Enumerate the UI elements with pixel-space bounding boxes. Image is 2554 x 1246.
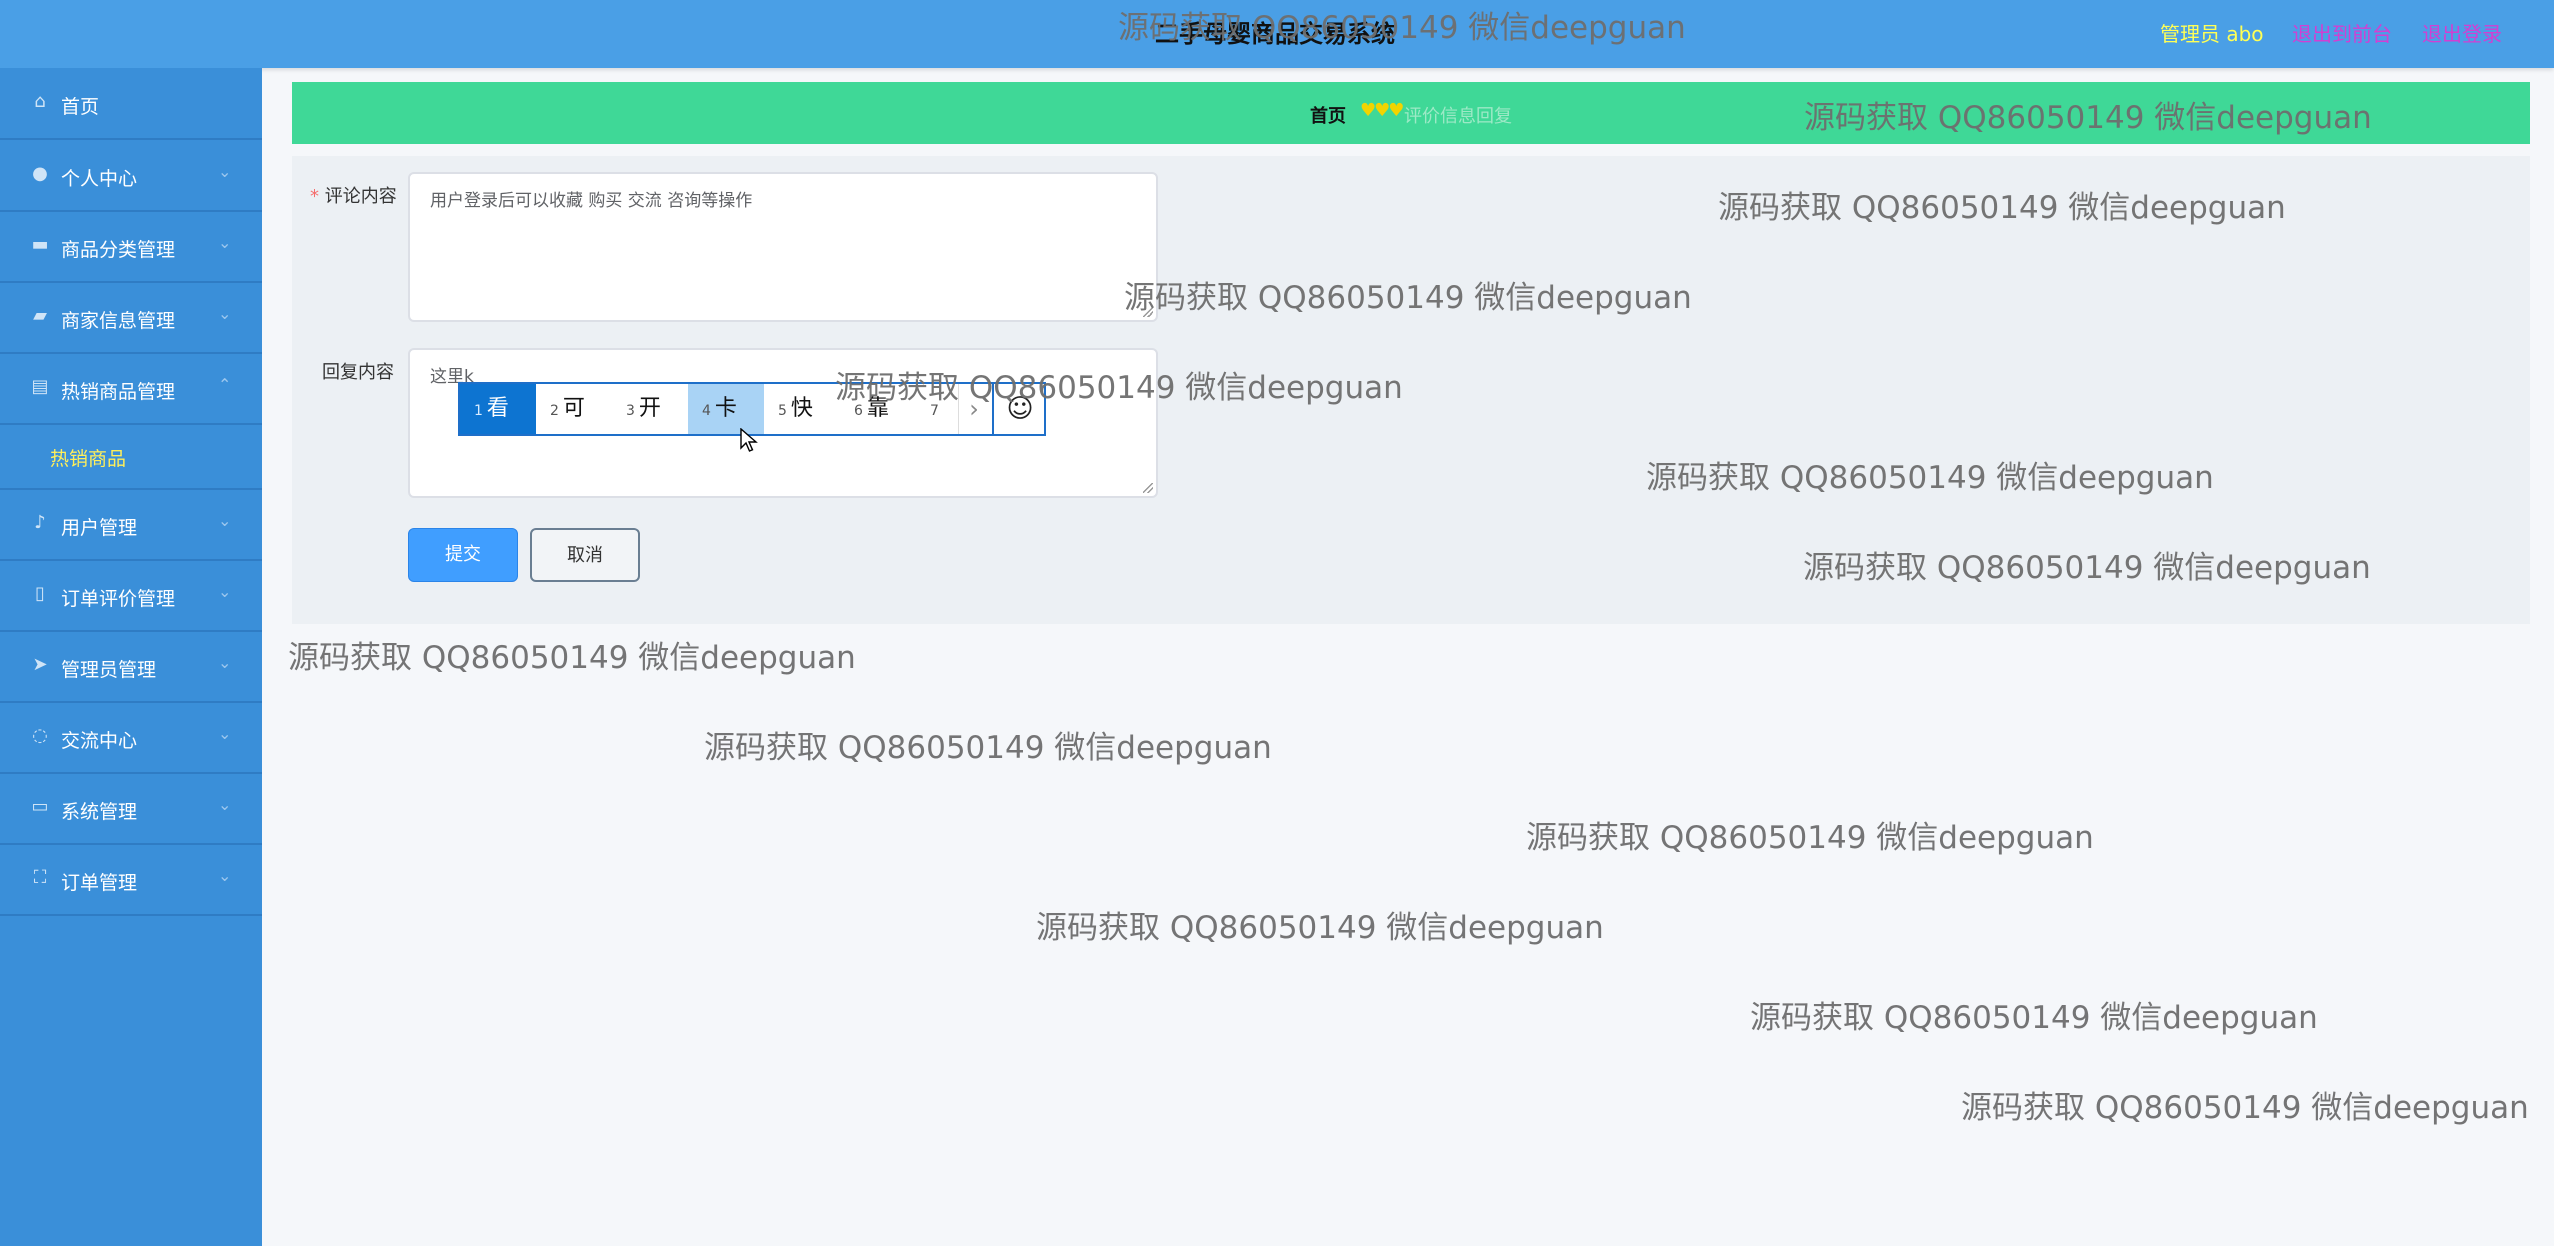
sidebar-item-merchant[interactable]: ▰ 商家信息管理 ⌄ (0, 282, 262, 354)
watermark: 源码获取 QQ86050149 微信deepguan (835, 370, 1403, 406)
chevron-down-icon: ⌄ (218, 653, 232, 672)
sidebar-subitem-hot-goods[interactable]: 热销商品 (0, 424, 262, 490)
sidebar-item-category[interactable]: ▬ 商品分类管理 ⌄ (0, 211, 262, 283)
mouse-cursor-icon (740, 428, 758, 452)
merchant-icon: ▰ (33, 305, 47, 326)
watermark: 源码获取 QQ86050149 微信deepguan (1803, 550, 2371, 586)
power-icon: ◌ (32, 725, 48, 746)
sidebar-item-system[interactable]: ▭ 系统管理 ⌄ (0, 773, 262, 845)
watermark: 源码获取 QQ86050149 微信deepguan (1750, 1000, 2318, 1036)
watermark: 源码获取 QQ86050149 微信deepguan (288, 640, 856, 676)
chevron-down-icon: ⌄ (218, 866, 232, 885)
comment-textarea[interactable]: 用户登录后可以收藏 购买 交流 咨询等操作 (408, 172, 1158, 322)
breadcrumb-home[interactable]: 首页 (1310, 102, 1346, 128)
watermark: 源码获取 QQ86050149 微信deepguan (1036, 910, 1604, 946)
watermark: 源码获取 QQ86050149 微信deepguan (1804, 100, 2372, 136)
phone-icon: ▯ (35, 583, 45, 604)
sidebar-item-order-review[interactable]: ▯ 订单评价管理 ⌄ (0, 560, 262, 632)
chevron-down-icon: ⌄ (218, 162, 232, 181)
ime-candidate[interactable]: 5快 (764, 384, 840, 434)
watermark: 源码获取 QQ86050149 微信deepguan (1124, 280, 1692, 316)
sidebar-subitem-label: 热销商品 (50, 448, 127, 470)
chevron-up-icon: ⌃ (218, 375, 232, 394)
fullscreen-icon: ⛶ (33, 867, 47, 888)
comment-label-text: 评论内容 (324, 186, 397, 207)
sidebar-item-orders[interactable]: ⛶ 订单管理 ⌄ (0, 844, 262, 916)
category-icon: ▬ (31, 234, 49, 255)
sidebar-item-personal-center[interactable]: ● 个人中心 ⌄ (0, 140, 262, 212)
heart-separator-icon: ♥♥♥ (1360, 100, 1404, 121)
cancel-button[interactable]: 取消 (530, 528, 640, 582)
resize-handle-icon[interactable] (1143, 483, 1153, 493)
submit-button[interactable]: 提交 (408, 528, 518, 582)
sidebar-item-label: 管理员管理 (61, 659, 157, 681)
current-user-label: 管理员 abo (2160, 22, 2264, 46)
watermark: 源码获取 QQ86050149 微信deepguan (1646, 460, 2214, 496)
watermark: 源码获取 QQ86050149 微信deepguan (704, 730, 1272, 766)
watermark: 源码获取 QQ86050149 微信deepguan (1526, 820, 2094, 856)
sidebar-item-label: 商品分类管理 (61, 239, 176, 261)
sidebar-item-label: 系统管理 (61, 801, 138, 823)
home-icon: ⌂ (34, 91, 46, 112)
sidebar: ⌂ 首页 ● 个人中心 ⌄ ▬ 商品分类管理 ⌄ ▰ 商家信息管理 ⌄ ▤ 热销… (0, 68, 262, 1246)
sidebar-item-label: 交流中心 (61, 730, 138, 752)
send-icon: ➤ (32, 654, 48, 675)
clipboard-icon: ▤ (31, 376, 49, 397)
chevron-down-icon: ⌄ (218, 233, 232, 252)
watermark: 源码获取 QQ86050149 微信deepguan (1961, 1090, 2529, 1126)
sidebar-item-exchange[interactable]: ◌ 交流中心 ⌄ (0, 702, 262, 774)
sidebar-item-label: 商家信息管理 (61, 310, 176, 332)
user-icon: ● (32, 163, 48, 184)
sidebar-item-hot-goods-mgmt[interactable]: ▤ 热销商品管理 ⌃ (0, 353, 262, 425)
sidebar-item-admins[interactable]: ➤ 管理员管理 ⌄ (0, 631, 262, 703)
ime-candidate[interactable]: 2可 (536, 384, 612, 434)
watermark: 源码获取 QQ86050149 微信deepguan (1718, 190, 2286, 226)
comment-label: * 评论内容 (310, 182, 397, 208)
logout-link[interactable]: 退出登录 (2422, 18, 2502, 47)
message-icon: ▭ (31, 796, 49, 817)
sidebar-item-label: 个人中心 (61, 168, 138, 190)
breadcrumb-current: 评价信息回复 (1404, 106, 1512, 127)
chevron-down-icon: ⌄ (218, 582, 232, 601)
sidebar-item-home[interactable]: ⌂ 首页 (0, 68, 262, 140)
sidebar-item-label: 首页 (61, 96, 100, 118)
sidebar-item-label: 热销商品管理 (61, 381, 176, 403)
watermark: 源码获取 QQ86050149 微信deepguan (1118, 10, 1686, 46)
ime-candidate[interactable]: 3开 (612, 384, 688, 434)
sidebar-item-label: 订单管理 (61, 872, 138, 894)
chevron-down-icon: ⌄ (218, 724, 232, 743)
sidebar-item-label: 订单评价管理 (61, 588, 176, 610)
comment-text: 用户登录后可以收藏 购买 交流 咨询等操作 (430, 191, 753, 211)
reply-label: 回复内容 (322, 362, 394, 383)
back-to-front-link[interactable]: 退出到前台 (2292, 18, 2392, 47)
chevron-down-icon: ⌄ (218, 795, 232, 814)
chevron-down-icon: ⌄ (218, 304, 232, 323)
required-mark: * (310, 186, 319, 207)
chevron-down-icon: ⌄ (218, 511, 232, 530)
ime-candidate[interactable]: 1看 (460, 384, 536, 434)
ime-candidate[interactable]: 4卡 (688, 384, 764, 434)
mic-icon: ♪ (34, 512, 46, 533)
sidebar-item-users[interactable]: ♪ 用户管理 ⌄ (0, 489, 262, 561)
sidebar-item-label: 用户管理 (61, 517, 138, 539)
